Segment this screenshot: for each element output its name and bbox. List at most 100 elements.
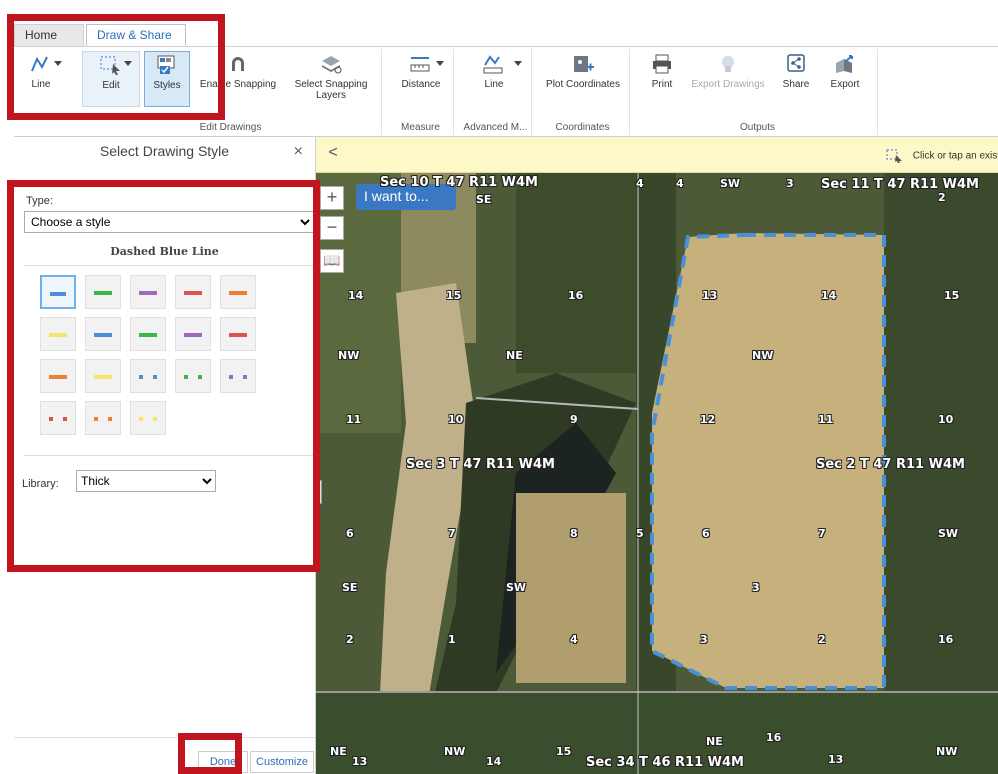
export-drawings-button[interactable]: Export Drawings [686, 51, 770, 107]
swatch-line-preview [94, 291, 112, 295]
printer-icon [653, 54, 671, 74]
style-swatch[interactable] [40, 401, 76, 435]
style-swatch[interactable] [130, 317, 166, 351]
enable-snapping-button[interactable]: Enable Snapping [196, 51, 280, 107]
swatch-line-preview [94, 333, 112, 337]
map-grid-label: SE [342, 581, 358, 594]
swatch-dash-preview [49, 417, 53, 421]
map-grid-label: 16 [568, 289, 584, 302]
advanced-line-label: Line [484, 79, 504, 90]
style-swatch[interactable] [40, 359, 76, 393]
style-swatch[interactable] [175, 359, 211, 393]
bookmark-icon[interactable]: 📖 [320, 249, 344, 273]
outputs-group-label: Outputs [739, 122, 776, 133]
style-swatch[interactable] [40, 317, 76, 351]
map-canvas[interactable]: + − 📖 I want to... Sec 10 T 47 R11 W4M SE… [316, 173, 998, 774]
map-grid-label: 15 [556, 745, 572, 758]
advanced-line-dropdown-caret-icon[interactable] [514, 61, 522, 66]
style-type-select[interactable]: Choose a style [24, 211, 314, 233]
map-grid-label: SE [476, 193, 492, 206]
map-grid-label: 12 [700, 413, 716, 426]
styles-button[interactable]: Styles [144, 51, 190, 107]
tab-home[interactable]: Home [14, 24, 84, 46]
ruler-icon [410, 57, 430, 72]
collapse-panel-icon[interactable]: < [322, 144, 344, 166]
map-grid-label: SW [506, 581, 527, 594]
swatch-line-preview [184, 333, 202, 337]
done-button[interactable]: Done [198, 751, 248, 773]
zoom-out-button[interactable]: − [320, 216, 344, 240]
distance-button[interactable]: Distance [392, 51, 450, 107]
divider [24, 265, 313, 266]
styles-label: Styles [153, 80, 181, 91]
map-grid-label: 2 [346, 633, 354, 646]
style-swatch[interactable] [220, 317, 256, 351]
map-grid-label: 2 [818, 633, 826, 646]
style-swatch[interactable] [175, 317, 211, 351]
map-grid-label: 15 [944, 289, 960, 302]
plot-coordinates-button[interactable]: Plot Coordinates [540, 51, 626, 107]
style-swatch[interactable] [220, 275, 256, 309]
style-swatch[interactable] [85, 275, 121, 309]
export-drawings-label: Export Drawings [691, 79, 765, 90]
plot-coordinates-label: Plot Coordinates [546, 79, 620, 90]
swatch-dash-preview [139, 417, 143, 421]
swatch-line-preview [139, 291, 157, 295]
style-swatch[interactable] [130, 401, 166, 435]
swatch-dash-preview [153, 375, 157, 379]
customize-button[interactable]: Customize [250, 751, 314, 773]
export-icon [836, 55, 853, 73]
map-grid-label: NE [706, 735, 723, 748]
close-icon[interactable]: × [294, 143, 303, 161]
map-grid-label: Sec 34 T 46 R11 W4M [586, 755, 744, 770]
style-swatch[interactable] [175, 275, 211, 309]
swatch-line-preview [139, 333, 157, 337]
advanced-measure-group-label: Advanced M... [463, 122, 528, 133]
styles-icon [157, 55, 175, 74]
map-grid-label: 7 [448, 527, 456, 540]
share-button[interactable]: Share [776, 51, 816, 107]
style-swatch[interactable] [130, 275, 166, 309]
line-tool-group: Line [14, 49, 70, 135]
style-swatch[interactable] [220, 359, 256, 393]
style-swatch[interactable] [40, 275, 76, 309]
style-swatch[interactable] [85, 401, 121, 435]
map-grid-label: NW [338, 349, 360, 362]
measure-group: Distance Measure [388, 49, 454, 135]
swatch-line-preview [229, 333, 247, 337]
select-hint-icon [886, 149, 902, 163]
print-button[interactable]: Print [644, 51, 680, 107]
map-hint-bar: < Click or tap an existing [316, 137, 998, 173]
zoom-in-button[interactable]: + [320, 186, 344, 210]
panel-resize-handle[interactable] [318, 480, 322, 504]
line-tool-button[interactable]: Line [16, 51, 66, 107]
line-tool-label: Line [31, 79, 51, 90]
plot-coordinates-icon [574, 56, 594, 72]
measure-line-icon [483, 55, 503, 74]
export-button[interactable]: Export [822, 51, 868, 107]
layers-icon [322, 56, 342, 74]
map-grid-label: Sec 10 T 47 R11 W4M [380, 175, 538, 190]
line-dropdown-caret-icon[interactable] [54, 61, 62, 66]
edit-dropdown-caret-icon[interactable] [124, 61, 132, 66]
style-swatch[interactable] [130, 359, 166, 393]
advanced-line-button[interactable]: Line [464, 51, 524, 107]
library-select[interactable]: Thick [76, 470, 216, 492]
map-grid-label: 16 [938, 633, 954, 646]
style-swatch[interactable] [85, 359, 121, 393]
swatch-dash-preview [229, 375, 233, 379]
map-grid-label: NE [506, 349, 523, 362]
select-snapping-layers-button[interactable]: Select Snapping Layers [286, 51, 376, 107]
distance-dropdown-caret-icon[interactable] [436, 61, 444, 66]
line-draw-icon [31, 56, 48, 72]
coordinates-group-label: Coordinates [555, 122, 610, 133]
edit-button[interactable]: Edit [82, 51, 140, 107]
divider [24, 455, 313, 456]
style-swatch[interactable] [85, 317, 121, 351]
edit-drawings-group: Edit Styles Enable Snapping Select Snapp… [80, 49, 382, 135]
map-grid-label: Sec 11 T 47 R11 W4M [821, 177, 979, 192]
map-grid-label: 14 [348, 289, 364, 302]
drawing-style-panel: Select Drawing Style × Type: Choose a st… [14, 137, 316, 774]
swatch-dash-preview [139, 375, 143, 379]
tab-draw-and-share[interactable]: Draw & Share [86, 24, 186, 46]
